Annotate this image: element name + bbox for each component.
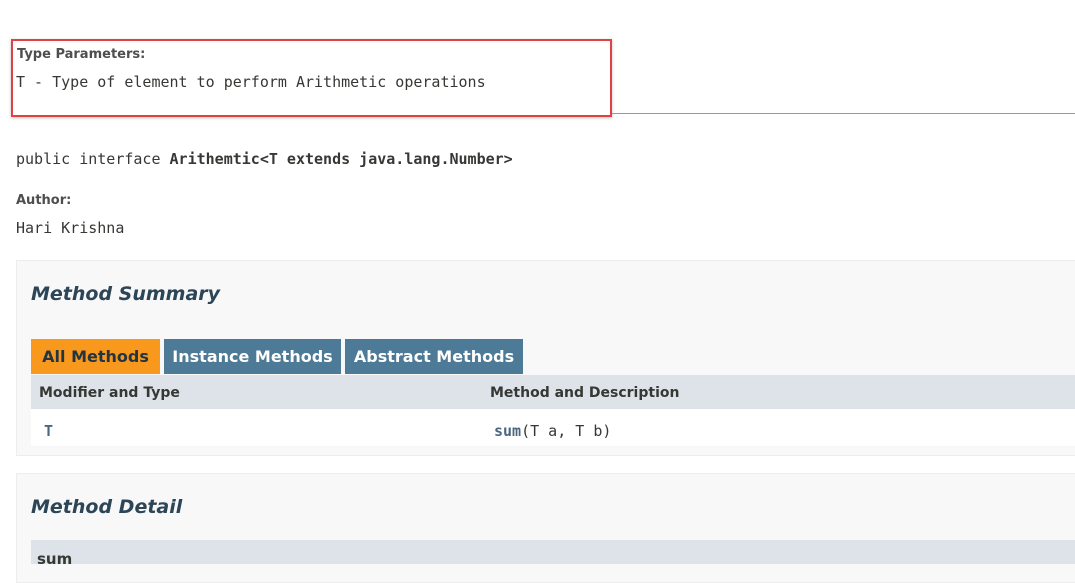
author-label: Author:	[16, 193, 72, 208]
tab-instance-methods[interactable]: Instance Methods	[164, 339, 341, 374]
signature-name: Arithemtic<T extends java.lang.Number>	[169, 150, 513, 168]
type-parameters-description: T - Type of element to perform Arithmeti…	[16, 73, 486, 91]
column-header-method: Method and Description	[490, 385, 680, 401]
method-signature: sum(T a, T b)	[494, 422, 611, 440]
method-detail-name: sum	[37, 550, 73, 564]
method-link-sum[interactable]: sum	[494, 422, 521, 440]
signature-prefix: public interface	[16, 150, 170, 168]
author-name: Hari Krishna	[16, 219, 125, 237]
type-parameters-label: Type Parameters:	[17, 47, 146, 62]
divider	[612, 113, 1075, 114]
column-header-modifier: Modifier and Type	[39, 385, 180, 401]
method-table-header: Modifier and Type Method and Description	[31, 375, 1075, 409]
return-type-link[interactable]: T	[44, 422, 53, 440]
table-row: T sum(T a, T b)	[31, 409, 1075, 446]
method-detail-title: Method Detail	[31, 496, 183, 518]
method-detail-header: sum	[31, 540, 1075, 564]
tab-all-methods[interactable]: All Methods	[31, 339, 160, 374]
method-params: (T a, T b)	[521, 422, 612, 440]
method-detail-panel	[16, 473, 1075, 583]
tab-abstract-methods[interactable]: Abstract Methods	[345, 339, 523, 374]
method-summary-title: Method Summary	[31, 283, 221, 305]
interface-signature: public interface Arithemtic<T extends ja…	[16, 150, 513, 168]
